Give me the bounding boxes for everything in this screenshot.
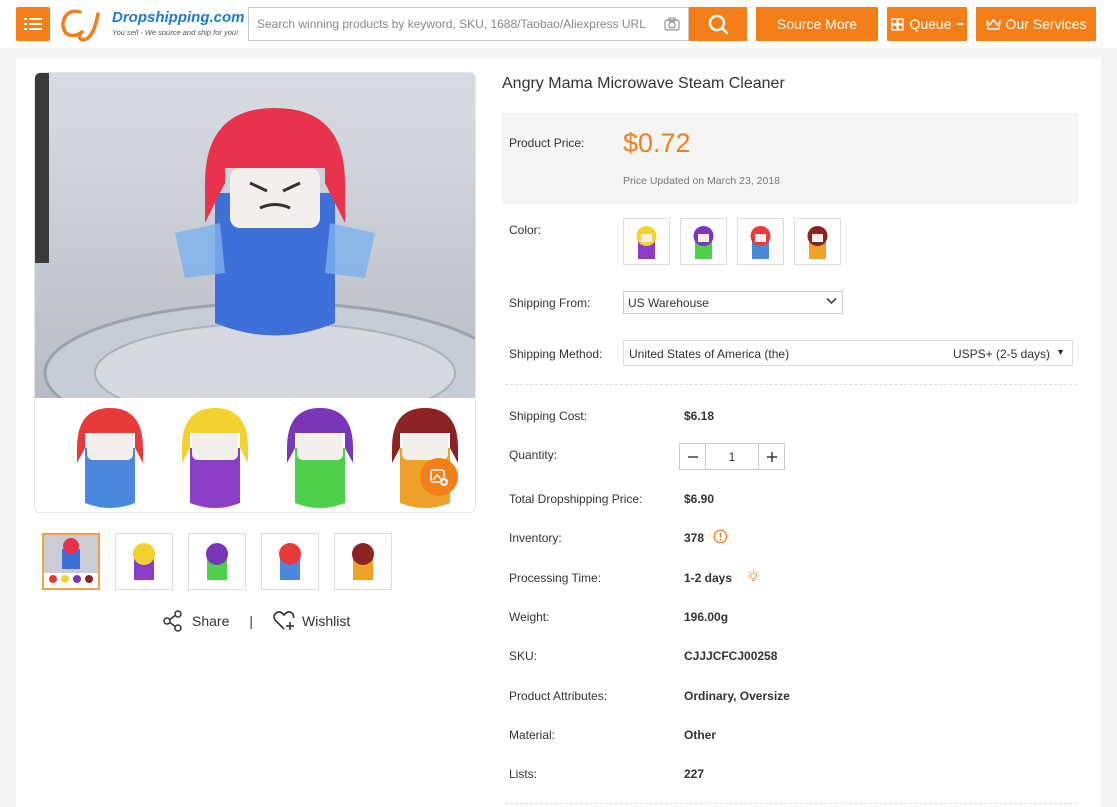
minus-icon [687, 455, 698, 458]
sku-label: SKU: [509, 649, 538, 663]
weight-value: 196.00g [684, 610, 729, 624]
sku-value: CJJJCFCJ00258 [684, 649, 778, 663]
our-services-button[interactable]: Our Services [976, 7, 1096, 41]
our-services-label: Our Services [1005, 16, 1087, 32]
color-swatches [623, 218, 841, 265]
dropdown-triangle-icon: ▼ [1056, 347, 1065, 357]
logo-tagline: You sell - We source and ship for you! [112, 28, 239, 37]
total-price-label: Total Dropshipping Price: [509, 492, 643, 506]
color-swatch-maroon[interactable] [794, 218, 841, 265]
inventory-value: 378 [684, 531, 705, 545]
shipping-method-label: Shipping Method: [509, 347, 603, 361]
image-search-button[interactable] [420, 458, 458, 496]
crown-icon [985, 18, 1001, 30]
shipping-from-label: Shipping From: [509, 296, 591, 310]
shipping-cost-value: $6.18 [684, 409, 715, 423]
queue-icon [891, 17, 905, 31]
thumbnail-strip [42, 533, 392, 590]
quantity-label: Quantity: [509, 448, 558, 462]
quantity-decrement-button[interactable] [680, 444, 706, 469]
section-divider-bottom [505, 803, 1077, 804]
queue-label: Queue [909, 16, 952, 32]
lightbulb-icon[interactable] [746, 569, 761, 584]
source-more-button[interactable]: Source More [756, 7, 878, 41]
camera-icon[interactable] [664, 17, 680, 31]
product-photo [35, 73, 475, 512]
lists-value: 227 [684, 767, 705, 781]
inventory-label: Inventory: [509, 531, 562, 545]
thumbnail-4[interactable] [261, 533, 319, 590]
share-icon [163, 610, 182, 632]
add-image-icon [430, 469, 448, 486]
cj-logo-mark [61, 9, 100, 42]
processing-time-label: Processing Time: [509, 571, 602, 585]
lists-label: Lists: [509, 767, 538, 781]
menu-button[interactable] [16, 7, 50, 41]
cj-logo[interactable]: Dropshipping.com You sell - We source an… [58, 6, 245, 42]
queue-button[interactable]: Queue [887, 7, 967, 41]
price-box: Product Price: $0.72 Price Updated on Ma… [501, 113, 1078, 204]
color-label: Color: [509, 223, 542, 237]
thumbnail-1[interactable] [42, 533, 100, 590]
wishlist-button[interactable]: Wishlist [273, 611, 350, 631]
material-label: Material: [509, 728, 556, 742]
share-wishlist-row: Share | Wishlist [162, 610, 350, 632]
thumbnail-3[interactable] [188, 533, 246, 590]
product-price: $0.72 [623, 128, 691, 158]
chevron-down-icon [826, 297, 837, 305]
color-swatch-red[interactable] [737, 218, 784, 265]
warning-icon[interactable] [713, 529, 728, 544]
shipping-method-select[interactable]: United States of America (the) USPS+ (2-… [623, 340, 1073, 366]
shipping-from-select[interactable]: US Warehouse [623, 291, 843, 314]
product-attributes-value: Ordinary, Oversize [684, 689, 790, 703]
quantity-stepper [679, 443, 785, 470]
thumbnail-5[interactable] [334, 533, 392, 590]
search-input[interactable] [249, 8, 659, 40]
queue-dash-icon [956, 23, 963, 25]
source-more-label: Source More [776, 16, 858, 32]
menu-icon [24, 18, 42, 30]
total-price-value: $6.90 [684, 492, 715, 506]
share-label: Share [192, 613, 230, 629]
material-value: Other [684, 728, 717, 742]
shipping-method-value: USPS+ (2-5 days) [952, 347, 1050, 361]
logo-brand-text: Dropshipping.com [112, 9, 245, 26]
thumbnail-2[interactable] [115, 533, 173, 590]
shipping-from-value: US Warehouse [628, 296, 709, 310]
top-header: Dropshipping.com You sell - We source an… [0, 0, 1117, 48]
wishlist-label: Wishlist [302, 613, 351, 629]
color-swatch-purple[interactable] [680, 218, 727, 265]
product-title: Angry Mama Microwave Steam Cleaner [502, 75, 785, 92]
quantity-input[interactable] [706, 444, 758, 469]
search-button[interactable] [689, 7, 747, 41]
processing-time-value: 1-2 days [684, 571, 733, 585]
shipping-cost-label: Shipping Cost: [509, 409, 588, 423]
weight-label: Weight: [509, 610, 550, 624]
plus-icon [766, 451, 777, 462]
search-icon [708, 14, 729, 35]
search-box [248, 7, 689, 41]
product-attributes-label: Product Attributes: [509, 689, 608, 703]
section-divider [505, 384, 1077, 385]
quantity-increment-button[interactable] [758, 444, 784, 469]
price-label: Product Price: [509, 136, 585, 150]
shipping-country: United States of America (the) [629, 347, 790, 361]
share-separator: | [249, 613, 253, 629]
price-updated-date: Price Updated on March 23, 2018 [623, 175, 781, 187]
heart-plus-icon [273, 611, 295, 630]
color-swatch-yellow[interactable] [623, 218, 670, 265]
share-button[interactable]: Share [162, 610, 229, 632]
main-product-image[interactable] [34, 72, 476, 513]
